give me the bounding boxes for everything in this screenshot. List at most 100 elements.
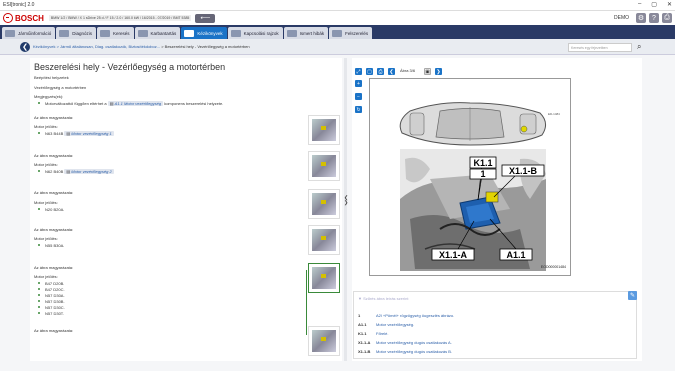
breadcrumb-item[interactable]: Kézikönyvek bbox=[33, 44, 55, 49]
gears-icon bbox=[137, 29, 148, 37]
tab-maintenance[interactable]: Karbantartás bbox=[134, 27, 181, 39]
previous-image-icon[interactable]: ❮ bbox=[388, 68, 395, 75]
zoom-out-icon[interactable]: − bbox=[355, 93, 362, 100]
figure-thumbnail[interactable] bbox=[308, 189, 340, 219]
reset-view-icon[interactable]: ↻ bbox=[355, 106, 362, 113]
search-icon[interactable]: ⌕ bbox=[637, 42, 645, 51]
highlight-marker bbox=[321, 337, 326, 341]
callout-x11b: X1.1-B bbox=[501, 164, 545, 177]
tab-equipment[interactable]: Felszerelés bbox=[329, 27, 373, 39]
engine-code: N20 B20A. bbox=[45, 207, 65, 212]
component-link[interactable]: ▤ Motor vezérlőegység 1 bbox=[64, 131, 114, 136]
tab-diagnosis[interactable]: Diagnózis bbox=[56, 27, 97, 39]
figure-thumbnail[interactable] bbox=[308, 151, 340, 181]
bullet-icon bbox=[38, 132, 40, 134]
next-image-icon[interactable]: ❯ bbox=[435, 68, 442, 75]
engine-code: N57 D30A. bbox=[45, 293, 65, 298]
help-icon[interactable]: ? bbox=[649, 13, 659, 23]
diagnosis-icon bbox=[59, 29, 70, 37]
thumbnail-image bbox=[312, 155, 336, 177]
fit-page-icon[interactable]: ▢ bbox=[366, 68, 373, 75]
legend-desc[interactable]: Motor vezérlőegység. bbox=[376, 322, 414, 327]
notes-heading: Megjegyzés(ek): bbox=[34, 94, 64, 99]
thumbnail-image bbox=[312, 330, 336, 352]
component-link[interactable]: ▤ A1.1 Motor vezérlőegység bbox=[107, 101, 164, 106]
back-circle-icon[interactable]: ❮ bbox=[20, 42, 30, 52]
tab-wiring-diagrams[interactable]: Kapcsolási rajzok bbox=[227, 27, 283, 39]
print-icon[interactable]: ⎙ bbox=[662, 13, 672, 23]
edit-pencil-icon[interactable]: ✎ bbox=[628, 291, 637, 300]
legend-heading: Az ábra magyarázata: bbox=[34, 115, 74, 120]
selection-line bbox=[306, 270, 307, 335]
tab-search[interactable]: Keresés bbox=[97, 27, 134, 39]
wrench-icon bbox=[184, 29, 195, 37]
component-link-label: Motor vezérlőegység 1 bbox=[71, 131, 112, 136]
back-arrow-button[interactable]: ⟵ bbox=[195, 13, 216, 23]
callout-label: 1 bbox=[480, 169, 485, 179]
callout-label: A1.1 bbox=[506, 250, 525, 260]
main-tabbar: Járműinformáció Diagnózis Keresés Karban… bbox=[0, 25, 675, 39]
tab-label: Kapcsolási rajzok bbox=[243, 30, 279, 36]
legend-filter-input[interactable]: ▼ Szűrés ábra leírás szerint bbox=[358, 296, 408, 301]
window-title: ESI[tronic] 2.0 bbox=[3, 2, 35, 8]
bullet-icon bbox=[38, 300, 40, 302]
tab-manuals[interactable]: Kézikönyvek bbox=[181, 27, 227, 39]
tab-label: Kézikönyvek bbox=[197, 30, 223, 36]
fullscreen-icon[interactable]: ⤢ bbox=[355, 68, 362, 75]
highlight-marker bbox=[321, 162, 326, 166]
print-image-icon[interactable]: ⎙ bbox=[377, 68, 384, 75]
window-controls: – ▢ ✕ bbox=[638, 1, 672, 8]
image-icon[interactable]: ▣ bbox=[424, 68, 431, 75]
tab-vehicle-info[interactable]: Járműinformáció bbox=[2, 27, 56, 39]
legend-desc[interactable]: A2l +Pömél+ rögzögység öugeszlés ábrázo. bbox=[376, 313, 454, 318]
callout-x11a: X1.1-A bbox=[431, 248, 475, 261]
callout-k11: K1.1 bbox=[469, 156, 497, 169]
intro-line: Vezérlőegység a motortérben bbox=[34, 85, 87, 90]
car-topview bbox=[399, 102, 546, 146]
top-right-controls: DEMO ⚙ ? ⎙ bbox=[614, 13, 672, 23]
figure-thumbnail-selected[interactable] bbox=[308, 263, 340, 293]
highlight-marker bbox=[321, 200, 326, 204]
legend-key: 1 bbox=[358, 313, 361, 318]
legend-row: A1.1 Motor vezérlőegység. bbox=[358, 322, 414, 327]
callout-label: K1.1 bbox=[473, 158, 492, 168]
engine-label: Motor jelölés: bbox=[34, 124, 58, 129]
close-icon[interactable]: ✕ bbox=[667, 1, 672, 8]
engine-item: N63 B44B ▤ Motor vezérlőegység 1 bbox=[45, 131, 114, 136]
engine-code: N57 D30B. bbox=[45, 299, 65, 304]
breadcrumb-item[interactable]: > Jármű általánosan, Diag. csatlakozók, … bbox=[57, 44, 161, 49]
component-link[interactable]: ▤ Motor vezérlőegység 2 bbox=[64, 169, 114, 174]
engine-label: Motor jelölés: bbox=[34, 236, 58, 241]
figure-thumbnail[interactable] bbox=[308, 115, 340, 145]
tab-label: Ismert hibák bbox=[299, 30, 325, 36]
figure-thumbnail[interactable] bbox=[308, 225, 340, 255]
settings-icon[interactable]: ⚙ bbox=[636, 13, 646, 23]
maximize-icon[interactable]: ▢ bbox=[651, 1, 657, 8]
brand-name: BOSCH bbox=[15, 13, 44, 23]
engine-label: Motor jelölés: bbox=[34, 162, 58, 167]
zoom-in-icon[interactable]: + bbox=[355, 80, 362, 87]
callout-label: X1.1-A bbox=[439, 250, 468, 260]
legend-key: X1.1-A bbox=[358, 340, 371, 345]
legend-row: 1 A2l +Pömél+ rögzögység öugeszlés ábrázo… bbox=[358, 313, 454, 318]
engine-code: N57 D30C. bbox=[45, 305, 65, 310]
legend-desc[interactable]: Motor vezérlőegység dugós csatlakozás B. bbox=[376, 349, 452, 354]
intro-line: Beépítési helyzetek bbox=[34, 75, 69, 80]
installation-diagram[interactable]: ED-1484 K1.1 1 X1.1-B X1.1-A A1.1 EOD000… bbox=[369, 78, 571, 276]
legend-row: X1.1-B Motor vezérlőegység dugós csatlako… bbox=[358, 349, 452, 354]
tab-label: Diagnózis bbox=[72, 30, 93, 36]
diagram-code-small: ED-1484 bbox=[548, 112, 560, 116]
engine-code: N63 B44B bbox=[45, 131, 64, 136]
collapse-toggle-icon[interactable]: ❮ ❯ bbox=[344, 196, 349, 212]
bullet-icon bbox=[38, 102, 40, 104]
tab-label: Karbantartás bbox=[150, 30, 177, 36]
minimize-icon[interactable]: – bbox=[638, 1, 641, 8]
list-icon bbox=[286, 29, 297, 37]
figure-thumbnail[interactable] bbox=[308, 326, 340, 356]
tab-known-errors[interactable]: Ismert hibák bbox=[283, 27, 329, 39]
legend-desc[interactable]: Főrelé. bbox=[376, 331, 388, 336]
chapter-search-input[interactable]: Keresés egy fejezetben bbox=[568, 43, 632, 52]
legend-desc[interactable]: Motor vezérlőegység dugós csatlakozás A. bbox=[376, 340, 452, 345]
lightning-icon bbox=[230, 29, 241, 37]
highlight-marker bbox=[321, 274, 326, 278]
